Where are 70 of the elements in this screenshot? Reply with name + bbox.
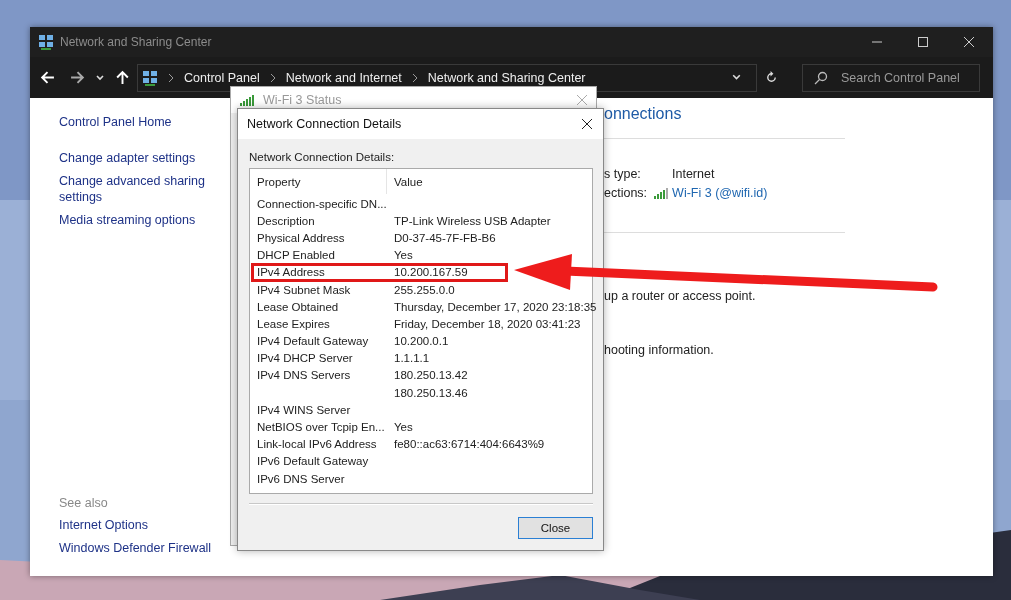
chevron-icon	[269, 72, 276, 83]
access-type-value: Internet	[672, 166, 715, 181]
breadcrumb-item[interactable]: Network and Sharing Center	[427, 70, 586, 85]
table-cell: DHCP Enabled	[257, 249, 335, 262]
connections-label: ections:	[604, 185, 648, 200]
dialog-title: Wi-Fi 3 Status	[263, 93, 342, 107]
column-header[interactable]: Property	[250, 169, 387, 194]
back-arrow-icon[interactable]	[40, 70, 55, 85]
table-cell: IPv6 Default Gateway	[257, 455, 369, 468]
close-button[interactable]: Close	[518, 517, 593, 539]
description-text: hooting information.	[604, 343, 715, 357]
sidebar-link[interactable]: Change advanced sharing settings	[59, 173, 229, 205]
table-cell: IPv6 DNS Server	[257, 472, 345, 485]
table-cell: Thursday, December 17, 2020 23:18:35	[394, 300, 597, 313]
breadcrumb-item[interactable]: Control Panel	[184, 70, 260, 85]
sidebar-link[interactable]: Internet Options	[59, 517, 229, 533]
window-title: Network and Sharing Center	[60, 35, 212, 49]
table-cell: IPv4 Subnet Mask	[257, 283, 351, 296]
table-cell: IPv4 WINS Server	[257, 403, 351, 416]
forward-arrow-icon[interactable]	[70, 70, 85, 85]
breadcrumb-item[interactable]: Network and Internet	[285, 70, 402, 85]
table-cell: 180.250.13.46	[394, 386, 468, 399]
control-panel-icon	[38, 34, 54, 50]
table-cell: TP-Link Wireless USB Adapter	[394, 214, 551, 227]
maximize-icon[interactable]	[917, 36, 929, 48]
sidebar-link[interactable]: Windows Defender Firewall	[59, 540, 229, 556]
table-cell: Connection-specific DN...	[257, 197, 387, 210]
caret-icon[interactable]	[731, 72, 742, 83]
section-heading: onnections	[604, 104, 683, 124]
table-cell: IPv4 DNS Servers	[257, 369, 351, 382]
table-cell: Description	[257, 214, 315, 227]
table-cell: IPv4 Address	[257, 266, 325, 279]
table-cell: Friday, December 18, 2020 03:41:23	[394, 317, 581, 330]
close-icon[interactable]	[581, 118, 593, 130]
table-cell: Link-local IPv6 Address	[257, 438, 377, 451]
table-cell: fe80::ac63:6714:404:6643%9	[394, 438, 545, 451]
column-header[interactable]: Value	[387, 169, 592, 194]
sidebar-link[interactable]: Control Panel Home	[59, 114, 229, 130]
table-cell: Yes	[394, 421, 413, 434]
sidebar-link[interactable]: Media streaming options	[59, 212, 229, 228]
up-arrow-icon[interactable]	[115, 70, 130, 85]
table-cell: IPv4 Default Gateway	[257, 335, 369, 348]
table-cell: D0-37-45-7F-FB-B6	[394, 231, 496, 244]
caret-icon[interactable]	[95, 72, 105, 83]
description-text: up a router or access point.	[604, 289, 757, 303]
refresh-icon[interactable]	[765, 71, 778, 84]
table-cell: 1.1.1.1	[394, 352, 430, 365]
table-cell: Lease Expires	[257, 317, 330, 330]
search-field[interactable]: Search Control Panel	[802, 63, 980, 92]
table-cell: IPv4 DHCP Server	[257, 352, 353, 365]
chevron-icon	[411, 72, 418, 83]
signal-icon	[239, 94, 255, 106]
table-cell: 255.255.0.0	[394, 283, 455, 296]
dialog-title: Network Connection Details	[247, 117, 402, 131]
chevron-icon	[168, 72, 174, 83]
signal-icon	[653, 186, 670, 199]
see-also-heading: See also	[59, 496, 109, 510]
table-cell: 10.200.167.59	[394, 266, 468, 279]
table-cell: Physical Address	[257, 231, 345, 244]
table-cell: NetBIOS over Tcpip En...	[257, 421, 385, 434]
table-cell: 180.250.13.42	[394, 369, 468, 382]
table-cell: Yes	[394, 249, 413, 262]
sidebar-link[interactable]: Change adapter settings	[59, 150, 229, 166]
control-panel-icon	[142, 69, 158, 86]
search-icon	[814, 70, 828, 85]
table-cell: Lease Obtained	[257, 300, 339, 313]
access-type-label: s type:	[604, 166, 642, 181]
list-label: Network Connection Details:	[249, 151, 396, 163]
table-cell: 10.200.0.1	[394, 335, 449, 348]
connection-link[interactable]: Wi-Fi 3 (@wifi.id)	[672, 185, 768, 200]
